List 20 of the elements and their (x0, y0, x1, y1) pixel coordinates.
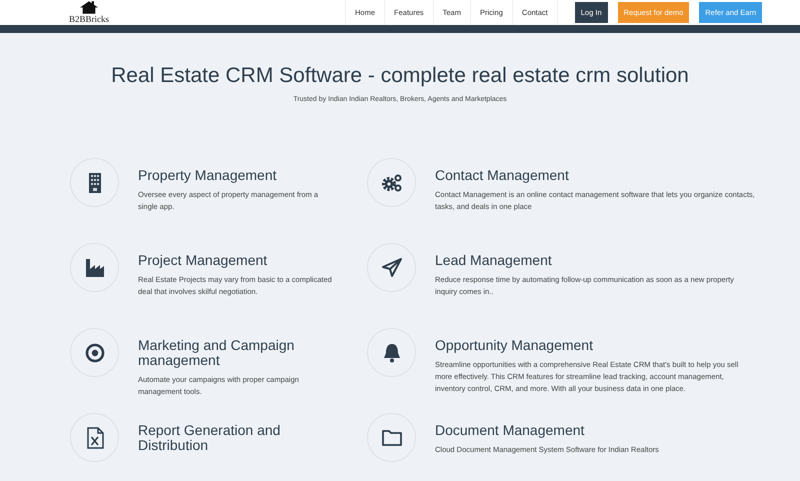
spreadsheet-file-icon (70, 413, 119, 462)
target-icon (70, 328, 119, 377)
feature-title: Lead Management (435, 253, 553, 268)
bell-icon (367, 328, 416, 377)
feature-title: Property Management (138, 168, 278, 183)
factory-icon (70, 243, 119, 292)
folder-icon (367, 413, 416, 462)
logo[interactable]: B2BBricks (62, 0, 116, 25)
paper-plane-icon (367, 243, 416, 292)
building-icon (70, 158, 119, 207)
feature-title: Project Management (138, 253, 268, 268)
house-icon (80, 1, 98, 14)
feature-title: Opportunity Management (435, 338, 594, 353)
gears-icon (367, 158, 416, 207)
feature-title: Document Management (435, 423, 586, 438)
feature-title: Report Generation and Distribution (138, 423, 282, 453)
page-heading: Real Estate CRM Software - complete real estate crm solution (110, 63, 690, 89)
feature-title: Contact Management (435, 168, 570, 183)
logo-text: B2BBricks (68, 14, 109, 25)
feature-title: Marketing and Campaign management (138, 338, 296, 368)
